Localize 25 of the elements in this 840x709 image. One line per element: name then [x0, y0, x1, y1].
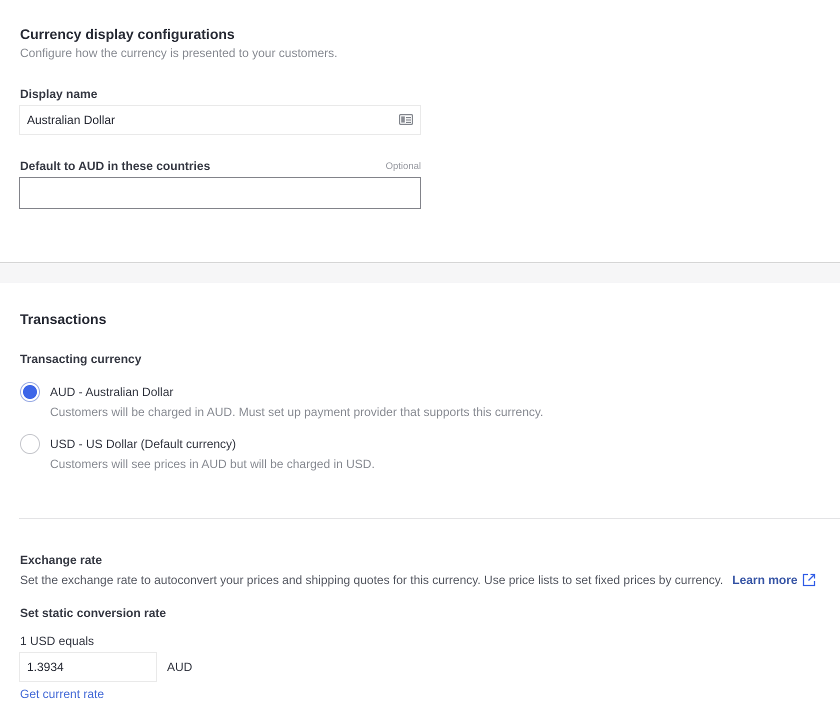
section-label: Set static conversion rate — [20, 605, 168, 621]
field-label: Default to AUD in these countries — [20, 158, 210, 174]
section-subtitle: Configure how the currency is presented to your customers. — [20, 45, 338, 61]
section-title: Transactions — [20, 310, 108, 329]
field-label: 1 USD equals — [20, 633, 96, 649]
option-description: Customers will be charged in AUD. Must set up payment provider that supports this currency. — [50, 404, 544, 420]
group-label: Transacting currency — [20, 351, 142, 367]
text-field[interactable]: Australian Dollar — [19, 105, 421, 135]
get-current-rate-link[interactable]: Get current rate — [20, 686, 104, 702]
rate-field[interactable]: 1.3934 — [19, 652, 157, 682]
optional-note: Optional — [386, 160, 421, 174]
section-label: Exchange rate — [20, 552, 104, 568]
description-text: Set the exchange rate to autoconvert your prices and shipping quotes for this currency. Use price lists to set fixed prices by currency. — [20, 572, 724, 588]
text-field[interactable] — [19, 177, 421, 209]
unit-label: AUD — [167, 659, 192, 675]
radio-button[interactable] — [20, 382, 40, 402]
external-link-icon — [802, 573, 816, 587]
option-label[interactable]: USD - US Dollar (Default currency) — [50, 434, 236, 454]
learn-more-link[interactable]: Learn more — [732, 572, 816, 588]
radio-button[interactable] — [20, 434, 40, 454]
option-label[interactable]: AUD - Australian Dollar — [50, 382, 174, 402]
card-icon — [399, 114, 413, 125]
option-description: Customers will see prices in AUD but will be charged in USD. — [50, 456, 376, 472]
field-label: Display name — [20, 86, 98, 102]
section-title: Currency display configurations — [20, 25, 236, 44]
